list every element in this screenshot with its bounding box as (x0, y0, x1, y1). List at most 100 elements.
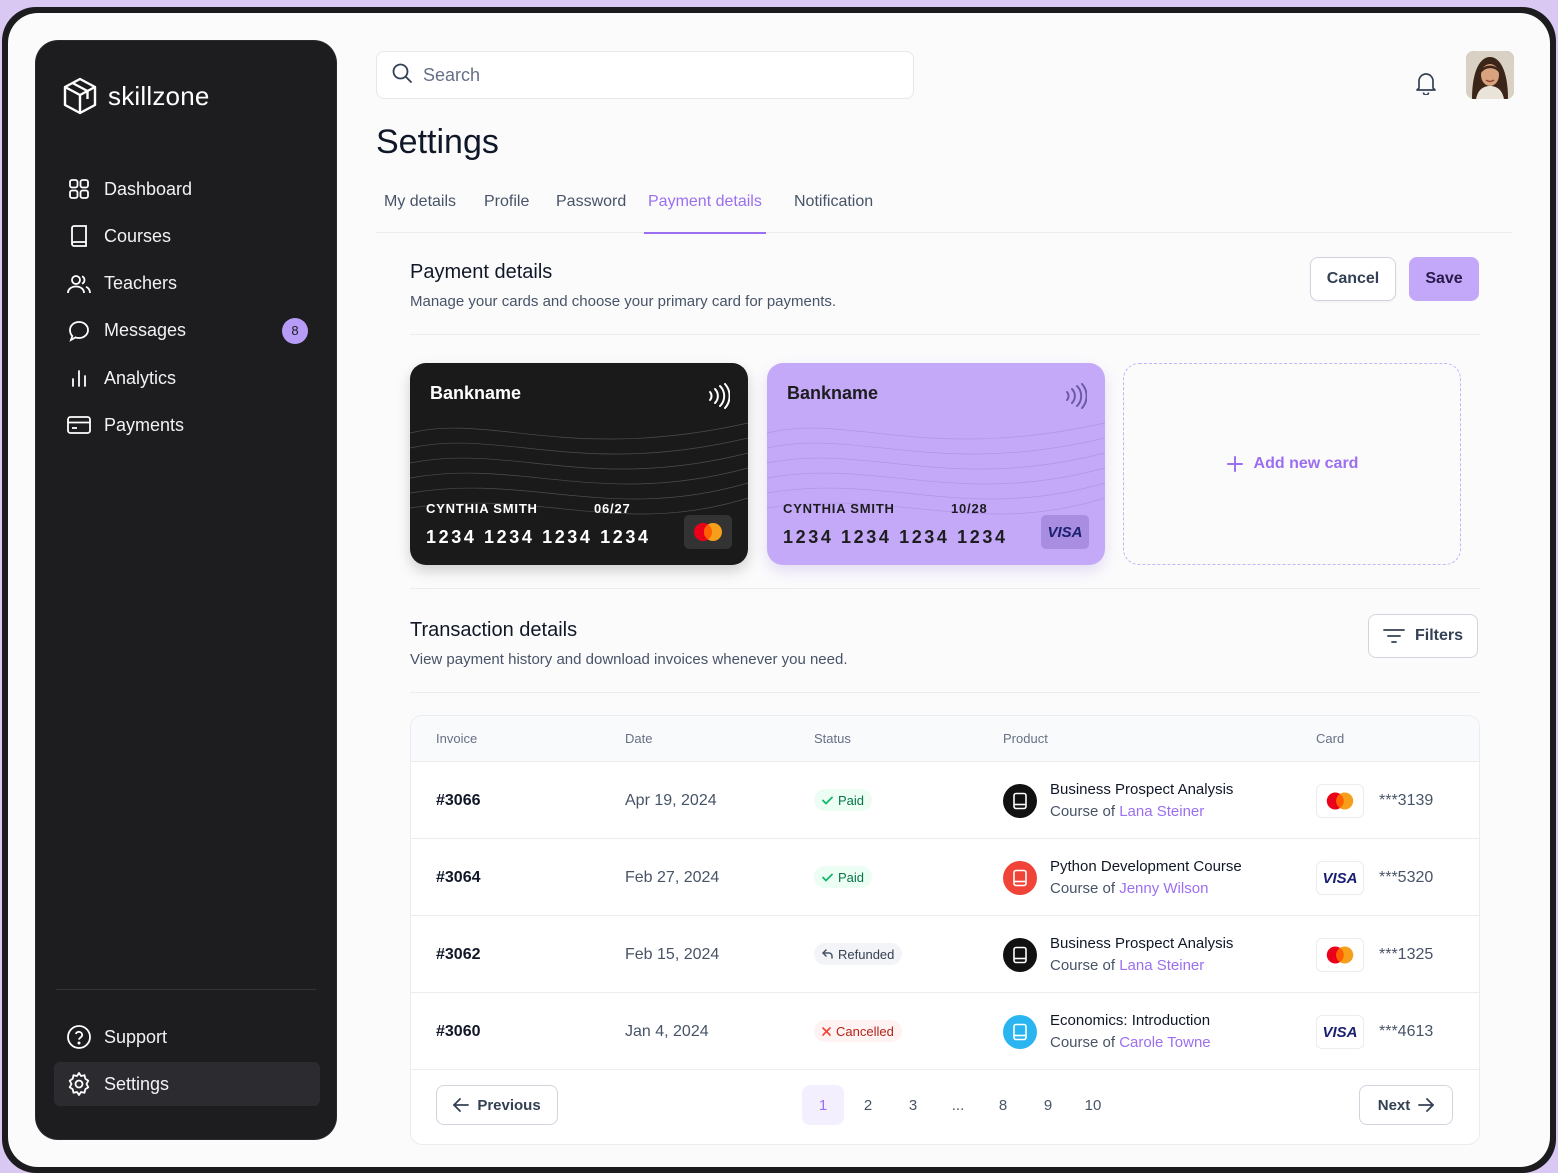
sidebar-item-dashboard[interactable]: Dashboard (54, 167, 320, 211)
table-row[interactable]: #3062 Feb 15, 2024 Refunded Business Pro… (411, 916, 1479, 993)
visa-logo-text: VISA (1322, 1023, 1358, 1041)
sidebar-item-label: Settings (104, 1073, 170, 1094)
visa-logo-text: VISA (1322, 869, 1358, 887)
status-badge: Paid (814, 866, 873, 888)
device-frame: skillzone Dashboard Courses Teachers Mes… (2, 7, 1556, 1173)
sidebar-item-label: Courses (104, 225, 172, 246)
card-expiry: 06/27 (594, 501, 631, 516)
course-book-icon (1003, 861, 1037, 895)
card-last-four: ***5320 (1379, 869, 1434, 886)
teacher-link[interactable]: Lana Steiner (1119, 957, 1204, 974)
invoice-number[interactable]: #3062 (436, 946, 481, 964)
table-row[interactable]: #3066 Apr 19, 2024 Paid Business Prospec… (411, 762, 1479, 839)
teacher-link[interactable]: Carole Towne (1119, 1034, 1210, 1051)
status-badge: Refunded (814, 943, 903, 965)
course-book-icon (1003, 784, 1037, 818)
sidebar-item-label: Teachers (104, 273, 178, 294)
contactless-icon (706, 383, 731, 414)
column-header-status[interactable]: Status (814, 731, 851, 746)
sidebar-item-analytics[interactable]: Analytics (54, 356, 320, 400)
course-of-label: Course of (1050, 957, 1120, 974)
page-title: Settings (376, 123, 499, 161)
previous-page-button[interactable]: Previous (436, 1085, 558, 1125)
filters-button[interactable]: Filters (1368, 614, 1478, 658)
course-of-label: Course of (1050, 803, 1120, 820)
card-holder-name: CYNTHIA SMITH (783, 501, 895, 516)
status-label: Paid (838, 792, 865, 808)
visa-icon: VISA (1041, 515, 1089, 549)
teacher-link[interactable]: Lana Steiner (1119, 803, 1204, 820)
payment-section-subtitle: Manage your cards and choose your primar… (410, 293, 837, 310)
pagination: Previous 1 2 3 ... 8 9 10 Next (411, 1070, 1479, 1144)
status-label: Cancelled (836, 1023, 894, 1039)
transactions-table: Invoice Date Status Product Card #3066 A… (410, 715, 1480, 1145)
transactions-section-title: Transaction details (410, 619, 578, 641)
tab-notification[interactable]: Notification (790, 193, 877, 233)
page-number[interactable]: 9 (1027, 1085, 1069, 1125)
search-input[interactable] (423, 64, 883, 86)
plus-icon (1226, 456, 1243, 472)
page-number-current[interactable]: 1 (802, 1085, 844, 1125)
product-teacher: Course of Lana Steiner (1050, 957, 1204, 974)
search-icon (391, 62, 413, 89)
teacher-link[interactable]: Jenny Wilson (1119, 880, 1208, 897)
help-circle-icon (66, 1024, 92, 1050)
section-divider (410, 334, 1480, 335)
transaction-date: Apr 19, 2024 (625, 792, 717, 809)
check-icon (822, 873, 833, 882)
save-button[interactable]: Save (1409, 257, 1479, 301)
column-header-invoice[interactable]: Invoice (436, 731, 477, 746)
book-icon (66, 223, 92, 249)
tab-payment-details[interactable]: Payment details (644, 193, 766, 234)
logo[interactable]: skillzone (62, 77, 210, 115)
table-row[interactable]: #3064 Feb 27, 2024 Paid Python Developme… (411, 839, 1479, 916)
next-page-button[interactable]: Next (1359, 1085, 1453, 1125)
settings-tabs: My details Profile Password Payment deta… (376, 185, 1512, 234)
sidebar-item-label: Payments (104, 414, 185, 435)
sidebar-item-settings[interactable]: Settings (54, 1062, 320, 1107)
gear-icon (66, 1071, 92, 1097)
page-ellipsis: ... (951, 1096, 965, 1114)
tab-profile[interactable]: Profile (480, 193, 533, 233)
mastercard-icon (1316, 938, 1364, 972)
avatar-image (1466, 51, 1514, 99)
arrow-right-icon (1418, 1098, 1435, 1112)
check-icon (822, 796, 833, 805)
sidebar-item-teachers[interactable]: Teachers (54, 262, 320, 306)
page-number[interactable]: 2 (847, 1085, 889, 1125)
sidebar-item-label: Support (104, 1026, 168, 1047)
visa-icon: VISA (1316, 861, 1364, 895)
previous-label: Previous (477, 1096, 541, 1114)
arrow-left-icon (453, 1098, 470, 1112)
add-new-card-button[interactable]: Add new card (1123, 363, 1461, 565)
invoice-number[interactable]: #3060 (436, 1023, 481, 1041)
column-header-date[interactable]: Date (625, 731, 652, 746)
tab-password[interactable]: Password (552, 193, 630, 233)
card-expiry: 10/28 (951, 501, 988, 516)
grid-icon (66, 176, 92, 202)
course-of-label: Course of (1050, 880, 1120, 897)
payment-card-primary[interactable]: Bankname CYNTHIA SMITH 06/27 1234 1234 1… (410, 363, 748, 565)
sidebar-item-messages[interactable]: Messages 8 (54, 309, 320, 353)
logo-text: skillzone (108, 80, 210, 111)
cancel-button[interactable]: Cancel (1310, 257, 1396, 301)
invoice-number[interactable]: #3066 (436, 792, 481, 810)
avatar[interactable] (1466, 51, 1514, 99)
column-header-product[interactable]: Product (1003, 731, 1048, 746)
notifications-button[interactable] (1404, 61, 1448, 105)
payment-card-secondary[interactable]: Bankname CYNTHIA SMITH 10/28 1234 1234 1… (767, 363, 1105, 565)
search-bar[interactable] (376, 51, 914, 99)
invoice-number[interactable]: #3064 (436, 869, 481, 887)
sidebar-item-courses[interactable]: Courses (54, 214, 320, 258)
bar-chart-icon (66, 365, 92, 391)
page-number[interactable]: 8 (982, 1085, 1024, 1125)
column-header-card[interactable]: Card (1316, 731, 1344, 746)
tab-my-details[interactable]: My details (380, 193, 460, 233)
table-row[interactable]: #3060 Jan 4, 2024 Cancelled Economics: I… (411, 993, 1479, 1070)
sidebar-item-support[interactable]: Support (54, 1015, 320, 1059)
sidebar-item-payments[interactable]: Payments (54, 403, 320, 447)
product-name: Economics: Introduction (1050, 1012, 1211, 1029)
sidebar-item-label: Dashboard (104, 178, 193, 199)
page-number[interactable]: 3 (892, 1085, 934, 1125)
page-number[interactable]: 10 (1072, 1085, 1114, 1125)
